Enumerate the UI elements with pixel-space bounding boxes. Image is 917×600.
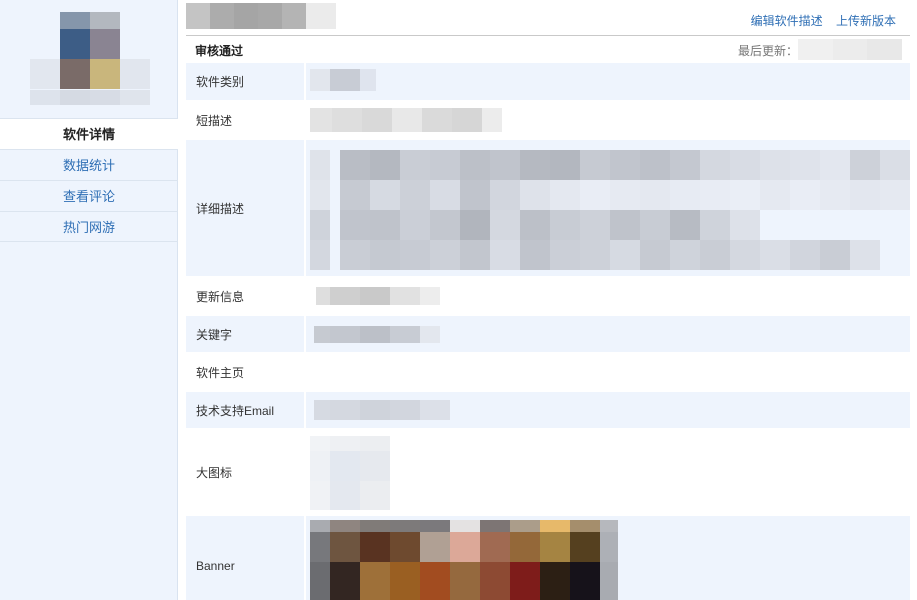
sidebar: 软件详情 数据统计 查看评论 热门网游 <box>0 0 178 600</box>
row-banner: Banner <box>186 516 910 600</box>
category-label: 软件类别 <box>186 63 306 100</box>
short-description-value <box>306 100 910 140</box>
keywords-value <box>306 316 910 352</box>
sidebar-nav: 软件详情 数据统计 查看评论 热门网游 <box>0 118 178 242</box>
row-long-description: 详细描述 <box>186 140 910 276</box>
banner-image <box>310 520 618 600</box>
nav-item-reviews[interactable]: 查看评论 <box>0 180 178 211</box>
large-icon-image <box>310 436 390 510</box>
edit-description-link[interactable]: 编辑软件描述 <box>751 14 823 28</box>
long-description-label: 详细描述 <box>186 140 306 276</box>
row-homepage: 软件主页 <box>186 352 910 392</box>
row-short-description: 短描述 <box>186 100 910 140</box>
category-value <box>306 63 910 100</box>
row-support-email: 技术支持Email <box>186 392 910 428</box>
large-icon-label: 大图标 <box>186 428 306 516</box>
last-updated-label: 最后更新： <box>737 44 798 58</box>
keywords-label: 关键字 <box>186 316 306 352</box>
nav-item-hot-games[interactable]: 热门网游 <box>0 211 178 242</box>
homepage-value <box>306 352 910 392</box>
homepage-label: 软件主页 <box>186 352 306 392</box>
row-large-icon: 大图标 <box>186 428 910 516</box>
banner-label: Banner <box>186 516 306 600</box>
header-links: 编辑软件描述 上传新版本 <box>741 12 896 29</box>
large-icon-value <box>306 428 910 516</box>
row-update-info: 更新信息 <box>186 276 910 316</box>
upload-version-link[interactable]: 上传新版本 <box>836 14 896 28</box>
banner-value <box>306 516 910 600</box>
long-description-blurred <box>310 150 910 270</box>
details-table: 软件类别 短描述 详细描述 更新信息 关键字 软件主页 技术支持Email 大图… <box>186 63 910 600</box>
update-info-value <box>306 276 910 316</box>
short-description-label: 短描述 <box>186 100 306 140</box>
nav-item-statistics[interactable]: 数据统计 <box>0 149 178 180</box>
app-title-blurred <box>186 3 336 29</box>
nav-item-software-details[interactable]: 软件详情 <box>0 118 178 149</box>
update-info-label: 更新信息 <box>186 276 306 316</box>
header-bar: 编辑软件描述 上传新版本 <box>186 0 910 36</box>
row-keywords: 关键字 <box>186 316 910 352</box>
support-email-value <box>306 392 910 428</box>
long-description-value <box>306 140 910 276</box>
review-status: 审核通过 <box>195 44 244 58</box>
row-category: 软件类别 <box>186 63 910 100</box>
last-updated-value-blurred <box>798 39 903 60</box>
support-email-label: 技术支持Email <box>186 392 306 428</box>
app-icon <box>30 12 150 105</box>
status-row: 审核通过 最后更新： <box>186 37 910 62</box>
main-content: 编辑软件描述 上传新版本 审核通过 最后更新： 软件类别 短描述 详细描述 更新… <box>186 0 910 600</box>
